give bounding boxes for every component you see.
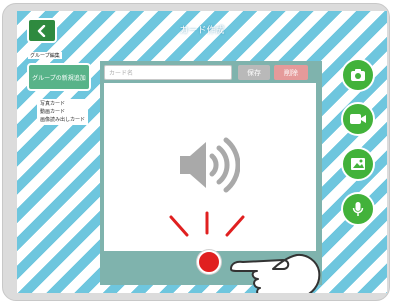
list-item-video-card[interactable]: 動画カード (40, 108, 85, 116)
video-button[interactable] (341, 102, 375, 136)
pointing-hand-icon (230, 253, 321, 293)
list-item-image-read-card[interactable]: 画像読み出しカード (40, 116, 85, 124)
gallery-button[interactable] (341, 147, 375, 181)
microphone-button[interactable] (341, 192, 375, 226)
speaker-icon (180, 137, 240, 193)
video-camera-icon (350, 114, 366, 124)
page-title: カード作成 (179, 26, 225, 36)
gallery-icon (351, 158, 365, 170)
camera-icon (351, 69, 365, 81)
card-type-list: 写真カード 動画カード 画像読み出しカード (37, 99, 89, 125)
sidebar-title: グループ編集 (28, 52, 62, 59)
add-group-button[interactable]: グループの新規追加 (27, 63, 91, 91)
app-screen: カード作成 グループ編集 グループの新規追加 写真カード 動画カード 画像読み出… (17, 11, 387, 293)
card-name-input[interactable]: カード名 (104, 65, 232, 80)
delete-button[interactable]: 削除 (274, 65, 308, 80)
highlight-rays-icon (169, 211, 245, 237)
microphone-icon (352, 202, 364, 216)
save-button[interactable]: 保存 (238, 65, 270, 80)
list-item-photo-card[interactable]: 写真カード (40, 100, 85, 108)
camera-button[interactable] (341, 58, 375, 92)
record-button[interactable] (197, 250, 221, 274)
